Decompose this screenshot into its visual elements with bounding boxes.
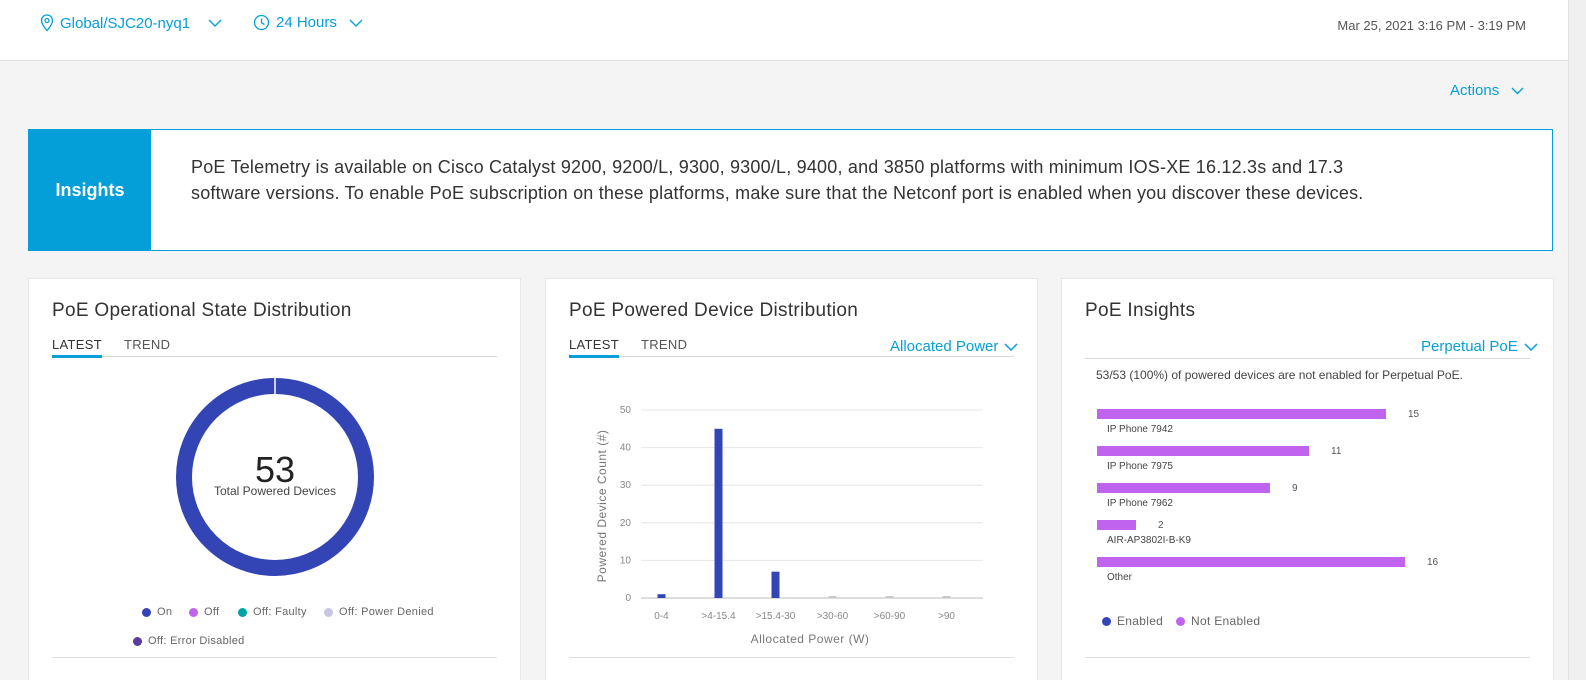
legend-item-off[interactable]: Off bbox=[189, 606, 219, 618]
device-bar-row[interactable]: 9 IP Phone 7962 bbox=[1097, 483, 1457, 513]
actions-menu[interactable]: Actions bbox=[1450, 82, 1524, 99]
legend-dot bbox=[189, 607, 198, 617]
insights-line-2: software versions. To enable PoE subscri… bbox=[191, 183, 1364, 203]
bar[interactable] bbox=[657, 594, 666, 598]
section-divider bbox=[1085, 358, 1530, 359]
x-axis-label: Allocated Power (W) bbox=[751, 632, 870, 646]
legend-label: Enabled bbox=[1117, 614, 1164, 628]
timestamp-range: Mar 25, 2021 3:16 PM - 3:19 PM bbox=[1337, 18, 1526, 33]
insights-tag: Insights bbox=[29, 130, 151, 250]
legend-dot bbox=[1176, 616, 1185, 626]
donut-chart: 53 Total Powered Devices bbox=[175, 377, 375, 577]
y-tick-label: 40 bbox=[620, 443, 632, 454]
legend-label: Off bbox=[204, 606, 220, 618]
card-divider bbox=[1085, 657, 1530, 658]
top-bar: Global/SJC20-nyq1 24 Hours Mar 25, 2021 … bbox=[0, 0, 1568, 61]
device-bar[interactable] bbox=[1097, 446, 1309, 456]
device-bar-row[interactable]: 11 IP Phone 7975 bbox=[1097, 446, 1457, 476]
insights-message: PoE Telemetry is available on Cisco Cata… bbox=[151, 130, 1404, 250]
bar[interactable] bbox=[771, 571, 780, 598]
device-bar[interactable] bbox=[1097, 483, 1270, 493]
legend-label: Off: Error Disabled bbox=[148, 635, 245, 647]
chevron-down-icon bbox=[1524, 342, 1538, 351]
device-bar[interactable] bbox=[1097, 409, 1386, 419]
y-axis-label: Powered Device Count (#) bbox=[595, 430, 609, 583]
y-tick-label: 50 bbox=[620, 405, 632, 416]
location-pin-icon bbox=[40, 14, 54, 32]
poe-insights-card: PoE Insights Perpetual PoE 53/53 (100%) … bbox=[1061, 278, 1554, 680]
x-tick-label: >4-15.4 bbox=[701, 611, 736, 622]
legend-label: Off: Power Denied bbox=[339, 606, 434, 618]
bar[interactable] bbox=[714, 428, 723, 598]
device-bar-value: 9 bbox=[1292, 483, 1298, 494]
bar[interactable] bbox=[885, 596, 894, 598]
poe-powered-device-card: PoE Powered Device Distribution LATEST T… bbox=[545, 278, 1038, 680]
legend-dot bbox=[324, 607, 333, 617]
card-title: PoE Operational State Distribution bbox=[52, 300, 352, 321]
legend-label: On bbox=[157, 606, 173, 618]
device-bar-label: AIR-AP3802I-B-K9 bbox=[1107, 535, 1191, 546]
page-scrollbar[interactable] bbox=[1568, 0, 1586, 680]
y-tick-label: 30 bbox=[620, 480, 632, 491]
bar[interactable] bbox=[942, 596, 951, 598]
tab-bar: LATEST TREND bbox=[52, 337, 497, 358]
legend-item-on[interactable]: On bbox=[142, 606, 172, 618]
legend-dot bbox=[1102, 616, 1111, 626]
legend-label: Not Enabled bbox=[1191, 614, 1261, 628]
device-bar-label: Other bbox=[1107, 572, 1133, 583]
dropdown-label: Perpetual PoE bbox=[1421, 338, 1518, 355]
device-bar[interactable] bbox=[1097, 520, 1136, 530]
bar[interactable] bbox=[828, 596, 837, 598]
legend-item-not-enabled[interactable]: Not Enabled bbox=[1176, 614, 1260, 628]
legend-dot bbox=[142, 607, 151, 617]
x-tick-label: >60-90 bbox=[874, 611, 906, 622]
device-bar-value: 2 bbox=[1158, 520, 1164, 531]
time-range-label: 24 Hours bbox=[276, 14, 337, 31]
chevron-down-icon bbox=[1511, 87, 1524, 94]
y-tick-label: 10 bbox=[620, 555, 632, 566]
y-tick-label: 0 bbox=[625, 593, 631, 604]
x-tick-label: >30-60 bbox=[817, 611, 849, 622]
perpetual-poe-summary: 53/53 (100%) of powered devices are not … bbox=[1096, 368, 1463, 382]
legend-item-off-faulty[interactable]: Off: Faulty bbox=[238, 606, 307, 618]
card-divider bbox=[569, 657, 1014, 658]
actions-label: Actions bbox=[1450, 82, 1500, 99]
chevron-down-icon bbox=[349, 19, 363, 27]
x-tick-label: 0-4 bbox=[654, 611, 669, 622]
poe-operational-state-card: PoE Operational State Distribution LATES… bbox=[28, 278, 521, 680]
device-bar-value: 16 bbox=[1427, 557, 1439, 568]
legend-item-off-power-denied[interactable]: Off: Power Denied bbox=[324, 606, 434, 618]
tab-latest[interactable]: LATEST bbox=[52, 337, 102, 358]
legend-item-enabled[interactable]: Enabled bbox=[1102, 614, 1163, 628]
device-bar-label: IP Phone 7962 bbox=[1107, 498, 1173, 509]
legend-dot bbox=[133, 636, 142, 646]
card-title: PoE Insights bbox=[1085, 300, 1196, 321]
location-label: Global/SJC20-nyq1 bbox=[60, 14, 191, 32]
clock-icon bbox=[253, 14, 270, 31]
legend-item-off-error-disabled[interactable]: Off: Error Disabled bbox=[133, 635, 245, 647]
device-bar[interactable] bbox=[1097, 557, 1405, 567]
device-bar-row[interactable]: 15 IP Phone 7942 bbox=[1097, 409, 1457, 439]
tab-trend[interactable]: TREND bbox=[124, 337, 170, 355]
y-tick-label: 20 bbox=[620, 518, 632, 529]
legend-dot bbox=[238, 607, 247, 617]
bar-chart: 0 10 20 30 40 50 0-4 >4-15.4 >15.4-30 >30-60 >60-9… bbox=[595, 405, 983, 646]
insights-banner: Insights PoE Telemetry is available on C… bbox=[28, 129, 1553, 251]
total-label: Total Powered Devices bbox=[213, 484, 337, 498]
device-bar-value: 11 bbox=[1331, 446, 1342, 457]
perpetual-poe-dropdown[interactable]: Perpetual PoE bbox=[1421, 338, 1538, 355]
legend-label: Off: Faulty bbox=[253, 606, 307, 618]
time-range-selector[interactable]: 24 Hours bbox=[253, 14, 363, 31]
device-bar-label: IP Phone 7975 bbox=[1107, 461, 1173, 472]
device-bar-row[interactable]: 16 Other bbox=[1097, 557, 1457, 587]
chevron-down-icon bbox=[208, 19, 222, 27]
x-tick-label: >90 bbox=[938, 611, 955, 622]
device-bar-value: 15 bbox=[1408, 409, 1420, 420]
location-selector[interactable]: Global/SJC20-nyq1 bbox=[40, 14, 222, 32]
card-divider bbox=[52, 657, 497, 658]
device-bar-row[interactable]: 2 AIR-AP3802I-B-K9 bbox=[1097, 520, 1457, 550]
insights-line-1: PoE Telemetry is available on Cisco Cata… bbox=[191, 157, 1344, 177]
device-bar-label: IP Phone 7942 bbox=[1107, 424, 1173, 435]
x-tick-label: >15.4-30 bbox=[756, 611, 796, 622]
